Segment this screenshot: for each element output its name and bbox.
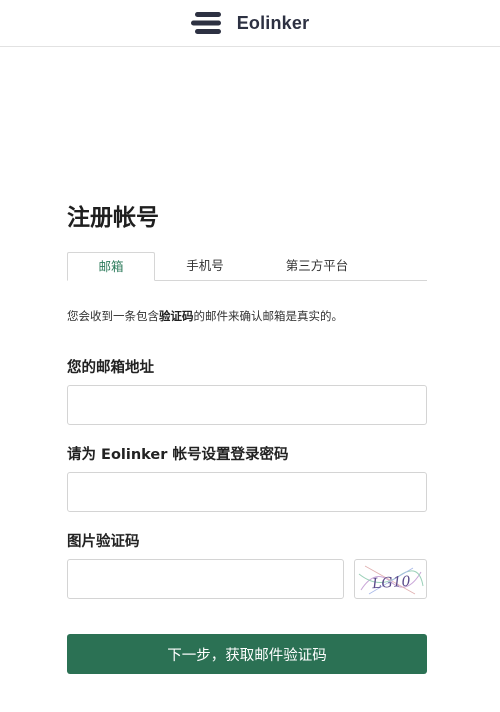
eolinker-logo-icon xyxy=(190,12,221,34)
email-input[interactable] xyxy=(67,385,427,425)
notice-highlight: 验证码 xyxy=(159,309,194,323)
brand-name: Eolinker xyxy=(236,12,310,33)
tab-third-party[interactable]: 第三方平台 xyxy=(272,252,362,280)
tab-email[interactable]: 邮箱 xyxy=(67,252,155,281)
register-tabs: 邮箱 手机号 第三方平台 xyxy=(67,252,427,281)
tab-phone[interactable]: 手机号 xyxy=(173,252,237,280)
captcha-input[interactable] xyxy=(67,559,344,599)
captcha-row: LG10 xyxy=(67,559,427,599)
password-label: 请为 Eolinker 帐号设置登录密码 xyxy=(67,447,289,463)
notice-text-before: 您会收到一条包含 xyxy=(67,309,159,323)
register-form: 注册帐号 邮箱 手机号 第三方平台 您会收到一条包含验证码的邮件来确认邮箱是真实… xyxy=(67,198,427,674)
next-step-button[interactable]: 下一步，获取邮件验证码 xyxy=(67,634,427,674)
notice-text-after: 的邮件来确认邮箱是真实的。 xyxy=(193,309,344,323)
page-title: 注册帐号 xyxy=(67,205,159,231)
captcha-label: 图片验证码 xyxy=(67,534,140,550)
brand[interactable]: Eolinker xyxy=(190,11,310,35)
verification-notice: 您会收到一条包含验证码的邮件来确认邮箱是真实的。 xyxy=(67,307,427,325)
email-label: 您的邮箱地址 xyxy=(67,360,154,376)
captcha-image[interactable]: LG10 xyxy=(354,559,427,599)
captcha-glyphs: LG10 xyxy=(371,574,411,593)
captcha-picture: LG10 xyxy=(358,565,424,595)
top-header: Eolinker xyxy=(0,0,500,47)
password-input[interactable] xyxy=(67,472,427,512)
